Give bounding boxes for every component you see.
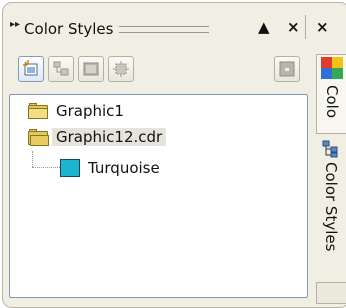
close-button-secondary[interactable]: × [316, 18, 329, 36]
new-style-icon [23, 60, 38, 76]
folder-icon [28, 103, 48, 119]
side-tab-label: Color Styles [322, 162, 340, 252]
palette-icon [83, 62, 99, 76]
docker-panel: ▸▸ Color Styles ▲ × × Graphic1 Graphic12… [0, 0, 346, 308]
folder-open-icon [28, 129, 49, 146]
tree-item-label: Graphic1 [56, 102, 124, 120]
docker-title: Color Styles [24, 20, 114, 38]
color-wheel-icon [321, 57, 343, 79]
new-color-style-button[interactable] [18, 56, 44, 82]
auto-create-icon [113, 61, 129, 77]
side-tab-color-styles[interactable]: Color Styles [316, 138, 346, 278]
expand-arrows-icon[interactable]: ▸▸ [10, 19, 20, 30]
tree-connector-vertical [32, 151, 34, 167]
create-palette-button[interactable] [78, 56, 104, 82]
close-button[interactable]: × [287, 18, 300, 36]
color-styles-tree[interactable] [9, 94, 308, 298]
side-tab-label: Colo [323, 85, 341, 118]
new-child-style-button[interactable] [48, 56, 74, 82]
side-tab-color[interactable]: Colo [316, 54, 346, 134]
side-tab-empty[interactable] [316, 282, 346, 304]
tree-item-label: Turquoise [88, 159, 160, 177]
title-grip[interactable] [119, 25, 210, 33]
collapse-button[interactable]: ▲ [258, 18, 270, 36]
options-button[interactable] [274, 56, 300, 82]
new-child-icon [53, 61, 69, 76]
tree-connector-horizontal [32, 167, 60, 169]
color-swatch-icon [60, 159, 80, 177]
color-styles-tree-icon [322, 140, 338, 158]
tree-item-turquoise[interactable]: Turquoise [60, 157, 164, 179]
titlebar-divider [305, 15, 306, 39]
tree-item-graphic1[interactable]: Graphic1 [28, 100, 128, 122]
auto-create-button[interactable] [108, 56, 134, 82]
tree-item-label: Graphic12.cdr [52, 128, 167, 146]
options-icon [279, 61, 295, 77]
tree-item-graphic12[interactable]: Graphic12.cdr [28, 126, 167, 148]
